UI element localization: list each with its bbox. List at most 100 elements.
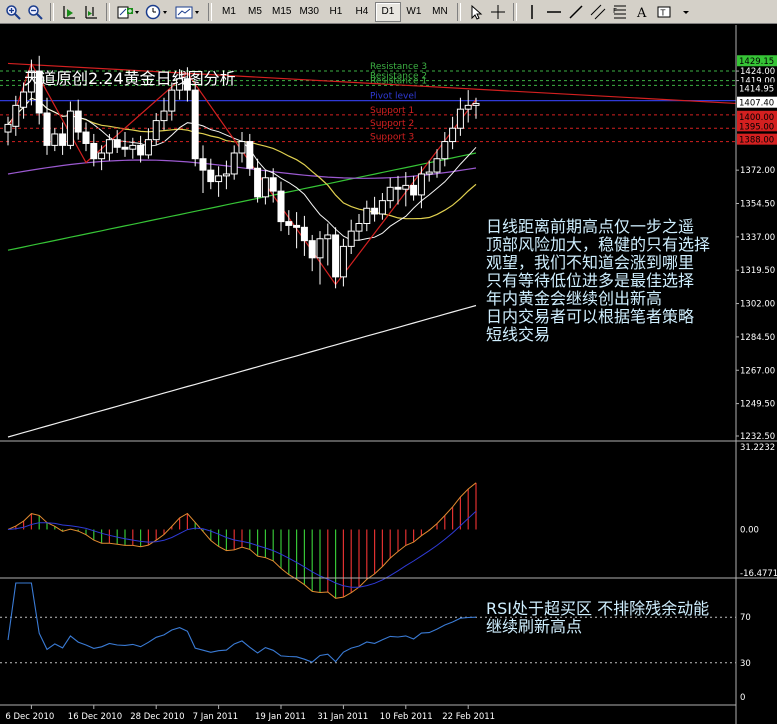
price-axis-label: 1249.50 — [740, 400, 775, 410]
candle — [386, 186, 394, 202]
timeframe-h1-button[interactable]: H1 — [323, 2, 349, 22]
level-label: Support 1 — [370, 106, 414, 116]
toolbar-separator — [512, 2, 517, 21]
rsi-axis-label: 30 — [740, 659, 751, 669]
rsi-axis-label: 0 — [740, 693, 745, 703]
level-label: Support 3 — [370, 133, 414, 143]
analysis-annotation: 日线距离前期高点仅一步之遥 顶部风险加大，稳健的只有选择 观望，我们不知道会涨到哪里… — [486, 218, 710, 344]
candle — [129, 144, 137, 150]
auto-scroll-button[interactable] — [58, 2, 80, 22]
candle — [363, 207, 371, 225]
candle — [332, 234, 340, 278]
rsi-axis-label: 70 — [740, 613, 751, 623]
horizontal-line-icon — [546, 10, 561, 13]
rsi-annotation-line: 继续刷新高点 — [486, 617, 583, 636]
svg-text:T: T — [659, 8, 665, 17]
chart-shift-button[interactable] — [80, 2, 102, 22]
timeframe-m15-button[interactable]: M15 — [268, 2, 295, 22]
fibonacci-button[interactable]: F — [609, 2, 631, 22]
price-axis-label: 1337.00 — [740, 233, 775, 243]
price-axis-label: 1429.15 — [739, 57, 774, 67]
price-axis-label: 1267.00 — [740, 366, 775, 376]
macd-panel — [7, 482, 477, 599]
horizontal-line-button[interactable] — [543, 2, 565, 22]
candle — [441, 141, 449, 160]
candle — [98, 152, 106, 160]
candle — [339, 245, 347, 278]
candle — [215, 175, 223, 183]
svg-text:A: A — [636, 6, 647, 20]
periods-button[interactable] — [142, 2, 172, 22]
candle — [199, 158, 207, 171]
trendline-button[interactable] — [565, 2, 587, 22]
price-axis-label: 1407.40 — [739, 99, 774, 109]
candle — [66, 110, 74, 146]
svg-text:F: F — [613, 7, 617, 15]
macd-axis-label: -16.4771 — [740, 569, 777, 579]
candle — [402, 184, 410, 190]
ma-long-line — [7, 304, 477, 438]
macd-axis-label: 31.2232 — [740, 443, 775, 453]
timeframe-m30-button[interactable]: M30 — [295, 2, 322, 22]
time-axis-label: 16 Dec 2010 — [68, 712, 122, 722]
price-axis-label: 1424.00 — [740, 67, 775, 77]
candle — [144, 139, 152, 156]
clock-icon — [145, 4, 167, 19]
toolbar: M1 M5 M15 M30 H1 H4 D1 W1 MN F A T — [0, 0, 777, 24]
candle — [82, 131, 90, 144]
level-label: Pivot level — [370, 92, 416, 102]
arrows-button[interactable] — [675, 2, 697, 22]
text-tool-icon: A — [636, 6, 647, 20]
timeframe-mn-button[interactable]: MN — [427, 2, 453, 22]
zoom-in-button[interactable] — [2, 2, 24, 22]
candle — [191, 89, 199, 160]
label-tool-button[interactable]: T — [653, 2, 675, 22]
time-axis-label: 19 Jan 2011 — [255, 712, 306, 722]
candle — [293, 224, 301, 228]
candle — [254, 167, 262, 198]
zoom-out-button[interactable] — [24, 2, 46, 22]
timeframe-w1-button[interactable]: W1 — [401, 2, 427, 22]
zoom-out-icon — [28, 4, 43, 20]
vertical-line-button[interactable] — [521, 2, 543, 22]
price-axis-label: 1388.00 — [739, 136, 774, 146]
toolbar-separator — [456, 2, 461, 21]
channel-button[interactable] — [587, 2, 609, 22]
text-tool-button[interactable]: A — [631, 2, 653, 22]
candle — [355, 223, 363, 232]
auto-scroll-icon — [63, 5, 75, 19]
fibonacci-icon: F — [613, 5, 626, 18]
indicators-icon — [117, 6, 139, 18]
candle — [417, 173, 425, 196]
level-label: Resistance 3 — [370, 62, 427, 72]
annotation-line: 日内交易者可以根据笔者策略 — [486, 307, 695, 326]
templates-icon — [175, 6, 199, 18]
macd-main-line — [7, 510, 477, 588]
candle — [121, 146, 129, 150]
annotation-line: 年内黄金会继续创出新高 — [486, 289, 663, 308]
indicators-button[interactable] — [114, 2, 142, 22]
candle — [324, 234, 332, 240]
timeframe-m1-button[interactable]: M1 — [216, 2, 242, 22]
time-axis-label: 31 Jan 2011 — [317, 712, 368, 722]
cursor-button[interactable] — [465, 2, 487, 22]
chart-window[interactable]: Resistance 3 Resistance 2 Resistance 1 Pivo… — [0, 25, 777, 724]
candle — [300, 226, 308, 242]
candle — [12, 104, 20, 127]
candle — [246, 141, 254, 169]
candle — [425, 171, 433, 175]
rsi-annotation-line: RSI处于超买区 不排除残余动能 — [486, 599, 710, 618]
candle — [347, 230, 355, 247]
annotation-line: 日线距离前期高点仅一步之遥 — [486, 217, 695, 236]
candle — [410, 184, 418, 196]
candle — [269, 177, 277, 192]
candle — [90, 142, 98, 160]
candle — [207, 169, 215, 183]
candle — [238, 141, 246, 154]
timeframe-m5-button[interactable]: M5 — [242, 2, 268, 22]
templates-button[interactable] — [172, 2, 204, 22]
candle — [394, 186, 402, 190]
crosshair-button[interactable] — [487, 2, 509, 22]
timeframe-d1-button[interactable]: D1 — [374, 1, 401, 22]
timeframe-h4-button[interactable]: H4 — [349, 2, 375, 22]
